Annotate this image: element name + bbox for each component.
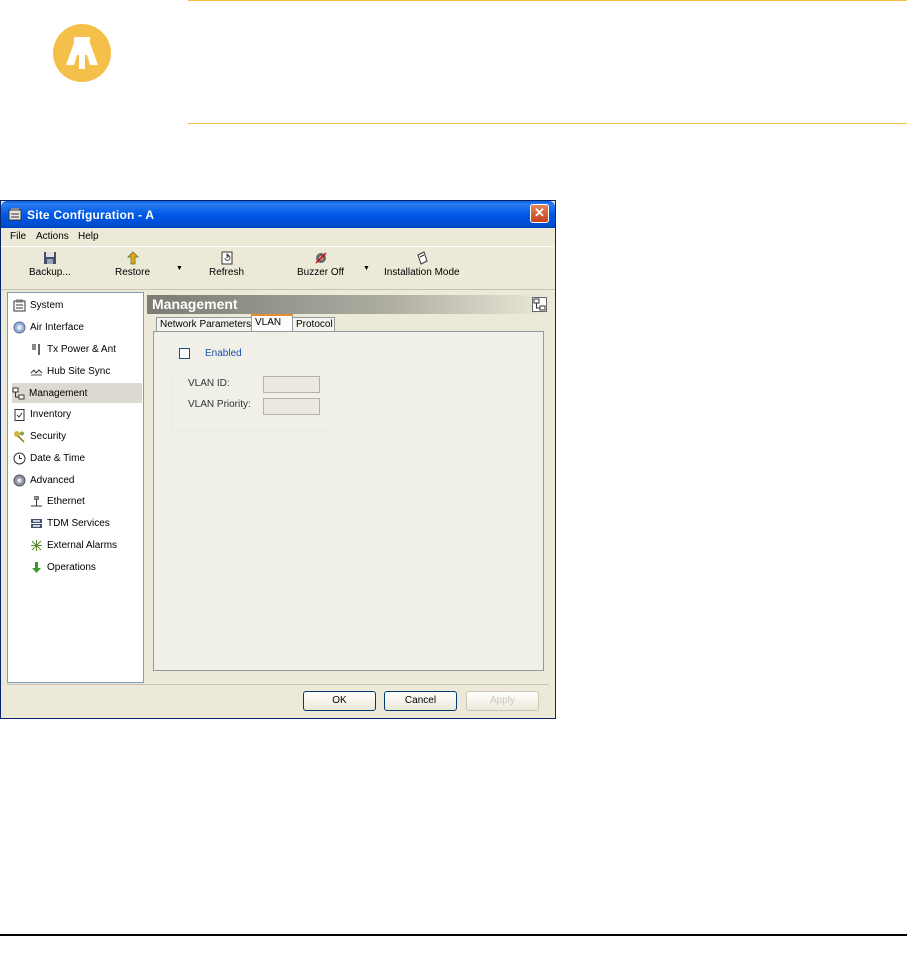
- management-header-icon: [532, 297, 547, 312]
- management-icon: [12, 387, 25, 399]
- caution-bottom-rule: [188, 123, 907, 124]
- refresh-icon: [221, 251, 232, 265]
- site-configuration-window: Site Configuration - A ✕ File Actions He…: [0, 200, 556, 719]
- menu-bar: File Actions Help: [1, 228, 555, 245]
- installation-mode-button[interactable]: Installation Mode: [384, 251, 460, 278]
- nav-item-advanced[interactable]: Advanced: [13, 470, 74, 490]
- nav-item-tx-power[interactable]: Tx Power & Ant: [30, 339, 116, 359]
- nav-item-security[interactable]: Security: [13, 426, 66, 446]
- vlan-enabled-checkbox[interactable]: [179, 348, 190, 359]
- sync-icon: [30, 368, 43, 375]
- vlan-tab-panel: Enabled VLAN ID: VLAN Priority:: [153, 331, 544, 671]
- footer-separator: [7, 684, 549, 685]
- nav-label-advanced: Advanced: [30, 474, 75, 486]
- installation-mode-label: Installation Mode: [384, 267, 460, 278]
- nav-label-inventory: Inventory: [30, 408, 72, 420]
- antenna-icon: [32, 343, 40, 355]
- backup-button[interactable]: Backup...: [29, 251, 71, 278]
- restore-label: Restore: [115, 267, 151, 278]
- security-keys-icon: [14, 430, 25, 443]
- site-config-app-icon: [8, 208, 22, 221]
- nav-label-external-alarms: External Alarms: [47, 539, 118, 551]
- close-button[interactable]: ✕: [530, 204, 549, 223]
- refresh-button[interactable]: Refresh: [209, 251, 244, 278]
- toolbar: Backup... Restore ▼ Refresh Buzzer Off ▼: [1, 246, 555, 290]
- vlan-enabled-label[interactable]: Enabled: [205, 348, 242, 359]
- navigation-tree: System Air Interface Tx Power & Ant Hub …: [7, 292, 144, 683]
- restore-button[interactable]: Restore: [115, 251, 150, 278]
- nav-label-air-interface: Air Interface: [30, 321, 84, 333]
- warning-hand-icon: [53, 24, 111, 82]
- nav-item-system[interactable]: System: [13, 295, 63, 315]
- system-icon: [13, 299, 26, 311]
- menu-help[interactable]: Help: [78, 231, 99, 242]
- gear-icon: [13, 474, 26, 486]
- vlan-priority-label: VLAN Priority:: [188, 399, 251, 410]
- air-interface-icon: [13, 321, 26, 333]
- nav-item-tdm-services[interactable]: TDM Services: [30, 513, 110, 533]
- alarm-icon: [31, 539, 42, 551]
- nav-label-security: Security: [30, 430, 67, 442]
- tab-network-parameters[interactable]: Network Parameters: [156, 317, 252, 331]
- caution-top-rule: [188, 0, 907, 1]
- nav-item-operations[interactable]: Operations: [30, 557, 96, 577]
- vlan-id-label: VLAN ID:: [188, 378, 230, 389]
- panel-header: Management: [147, 295, 550, 314]
- panel-title: Management: [152, 296, 238, 312]
- floppy-disk-icon: [43, 252, 56, 264]
- tdm-icon: [31, 518, 42, 528]
- restore-dropdown-icon[interactable]: ▼: [176, 265, 183, 272]
- tab-vlan[interactable]: VLAN: [251, 314, 293, 331]
- nav-item-date-time[interactable]: Date & Time: [13, 448, 85, 468]
- buzzer-off-icon: [315, 252, 327, 264]
- ok-button[interactable]: OK: [303, 691, 376, 711]
- nav-label-hub-site-sync: Hub Site Sync: [47, 365, 111, 377]
- nav-label-operations: Operations: [47, 561, 96, 573]
- menu-file[interactable]: File: [10, 231, 26, 242]
- buzzer-off-button[interactable]: Buzzer Off: [297, 251, 344, 278]
- tab-protocol[interactable]: Protocol: [292, 317, 335, 331]
- nav-label-management: Management: [29, 387, 88, 399]
- clock-icon: [13, 452, 26, 464]
- nav-item-management[interactable]: Management: [12, 383, 142, 403]
- page-bottom-rule: [0, 934, 907, 936]
- vlan-id-input[interactable]: [263, 376, 320, 393]
- inventory-icon: [14, 408, 25, 421]
- nav-label-ethernet: Ethernet: [47, 495, 85, 507]
- refresh-label: Refresh: [209, 267, 245, 278]
- restore-icon: [126, 251, 139, 265]
- ethernet-icon: [31, 495, 42, 506]
- nav-item-external-alarms[interactable]: External Alarms: [30, 535, 117, 555]
- buzzer-off-label: Buzzer Off: [297, 267, 345, 278]
- nav-label-date-time: Date & Time: [30, 452, 86, 464]
- apply-button[interactable]: Apply: [466, 691, 539, 711]
- nav-item-inventory[interactable]: Inventory: [13, 404, 71, 424]
- operations-arrow-icon: [32, 561, 41, 573]
- nav-item-ethernet[interactable]: Ethernet: [30, 491, 85, 511]
- nav-label-tx-power: Tx Power & Ant: [47, 343, 116, 355]
- window-titlebar[interactable]: Site Configuration - A ✕: [1, 201, 555, 228]
- nav-label-system: System: [30, 299, 64, 311]
- buzzer-dropdown-icon[interactable]: ▼: [363, 265, 370, 272]
- nav-label-tdm-services: TDM Services: [47, 517, 110, 529]
- installation-mode-icon: [417, 251, 428, 265]
- vlan-priority-input[interactable]: [263, 398, 320, 415]
- window-title: Site Configuration - A: [27, 208, 155, 222]
- nav-item-air-interface[interactable]: Air Interface: [13, 317, 84, 337]
- cancel-button[interactable]: Cancel: [384, 691, 457, 711]
- nav-item-hub-site-sync[interactable]: Hub Site Sync: [30, 361, 110, 381]
- backup-label: Backup...: [29, 267, 71, 278]
- menu-actions[interactable]: Actions: [36, 231, 69, 242]
